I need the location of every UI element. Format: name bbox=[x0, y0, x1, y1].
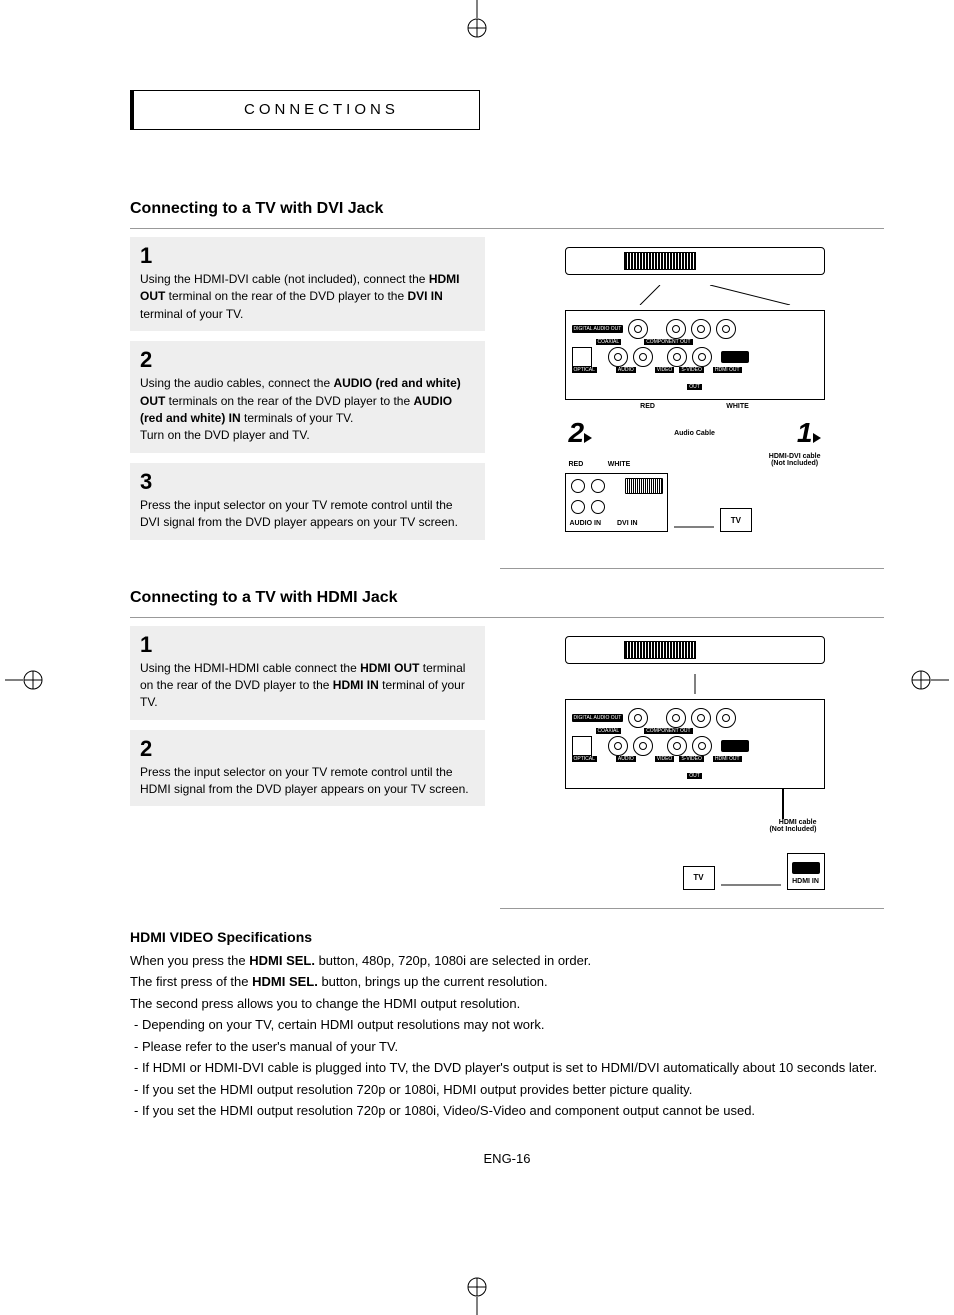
section-header-tab: CONNECTIONS bbox=[130, 90, 480, 130]
crop-mark-bottom-icon bbox=[457, 1275, 497, 1315]
step-block: 1Using the HDMI-DVI cable (not included)… bbox=[130, 237, 485, 331]
specs-bullet: - Please refer to the user's manual of y… bbox=[130, 1037, 884, 1057]
step-number: 3 bbox=[140, 469, 475, 495]
crop-mark-right-icon bbox=[909, 660, 949, 700]
specs-bullet: - Depending on your TV, certain HDMI out… bbox=[130, 1015, 884, 1035]
specs-bullet: - If HDMI or HDMI-DVI cable is plugged i… bbox=[130, 1058, 884, 1078]
step-text: Press the input selector on your TV remo… bbox=[140, 497, 475, 532]
step-block: 2Press the input selector on your TV rem… bbox=[130, 730, 485, 807]
dvi-steps-column: 1Using the HDMI-DVI cable (not included)… bbox=[130, 237, 485, 550]
audio-in-jack-icon bbox=[591, 500, 605, 514]
hdmi-steps-column: 1Using the HDMI-HDMI cable connect the H… bbox=[130, 626, 485, 890]
specs-intro-line: The second press allows you to change th… bbox=[130, 994, 884, 1014]
divider bbox=[500, 568, 884, 569]
step-number: 1 bbox=[140, 243, 475, 269]
component-jack-icon bbox=[666, 708, 686, 728]
optical-jack-icon bbox=[572, 736, 592, 756]
specs-intro-line: The first press of the HDMI SEL. button,… bbox=[130, 972, 884, 992]
audio-in-jack-icon bbox=[571, 479, 585, 493]
step-text: Press the input selector on your TV remo… bbox=[140, 764, 475, 799]
audio-jack-icon bbox=[608, 347, 628, 367]
specs-bullet: - If you set the HDMI output resolution … bbox=[130, 1101, 884, 1121]
hdmi-heading: Connecting to a TV with HDMI Jack bbox=[130, 589, 884, 607]
step-number: 1 bbox=[140, 632, 475, 658]
component-jack-icon bbox=[666, 319, 686, 339]
tv-icon: TV bbox=[720, 508, 752, 532]
section-header-text: CONNECTIONS bbox=[244, 101, 399, 118]
hdmi-specs-section: HDMI VIDEO Specifications When you press… bbox=[130, 929, 884, 1121]
component-jack-icon bbox=[691, 319, 711, 339]
svideo-jack-icon bbox=[692, 736, 712, 756]
dvi-heading: Connecting to a TV with DVI Jack bbox=[130, 200, 884, 218]
video-jack-icon bbox=[667, 736, 687, 756]
dvi-diagram: DIGITAL AUDIO OUT COAXIAL COMPONENT OUT bbox=[505, 237, 884, 550]
arrow-right-icon bbox=[584, 433, 592, 443]
specs-bullet: - If you set the HDMI output resolution … bbox=[130, 1080, 884, 1100]
coaxial-jack-icon bbox=[628, 708, 648, 728]
step-number-1: 1 bbox=[797, 417, 813, 448]
page-number: ENG-16 bbox=[130, 1151, 884, 1166]
svideo-jack-icon bbox=[692, 347, 712, 367]
step-number: 2 bbox=[140, 347, 475, 373]
step-text: Using the HDMI-HDMI cable connect the HD… bbox=[140, 660, 475, 712]
hdmi-out-port-icon bbox=[721, 740, 749, 752]
coaxial-jack-icon bbox=[628, 319, 648, 339]
step-text: Using the audio cables, connect the AUDI… bbox=[140, 375, 475, 445]
step-number: 2 bbox=[140, 736, 475, 762]
video-jack-icon bbox=[667, 347, 687, 367]
dvi-in-port-icon bbox=[625, 478, 663, 494]
specs-intro-line: When you press the HDMI SEL. button, 480… bbox=[130, 951, 884, 971]
component-jack-icon bbox=[716, 708, 736, 728]
hdmi-diagram: DIGITAL AUDIO OUT COAXIAL COMPONENT OUT bbox=[505, 626, 884, 890]
specs-heading: HDMI VIDEO Specifications bbox=[130, 929, 884, 945]
component-jack-icon bbox=[716, 319, 736, 339]
audio-jack-icon bbox=[633, 347, 653, 367]
hdmi-in-port-icon bbox=[792, 862, 820, 874]
divider bbox=[500, 908, 884, 909]
hdmi-out-port-icon bbox=[721, 351, 749, 363]
step-block: 3Press the input selector on your TV rem… bbox=[130, 463, 485, 540]
component-jack-icon bbox=[691, 708, 711, 728]
audio-jack-icon bbox=[608, 736, 628, 756]
step-number-2: 2 bbox=[569, 417, 585, 448]
step-text: Using the HDMI-DVI cable (not included),… bbox=[140, 271, 475, 323]
optical-jack-icon bbox=[572, 347, 592, 367]
crop-mark-top-icon bbox=[457, 0, 497, 40]
arrow-right-icon bbox=[813, 433, 821, 443]
step-block: 2Using the audio cables, connect the AUD… bbox=[130, 341, 485, 453]
step-block: 1Using the HDMI-HDMI cable connect the H… bbox=[130, 626, 485, 720]
crop-mark-left-icon bbox=[5, 660, 45, 700]
audio-jack-icon bbox=[633, 736, 653, 756]
tv-icon: TV bbox=[683, 866, 715, 890]
audio-in-jack-icon bbox=[571, 500, 585, 514]
audio-in-jack-icon bbox=[591, 479, 605, 493]
